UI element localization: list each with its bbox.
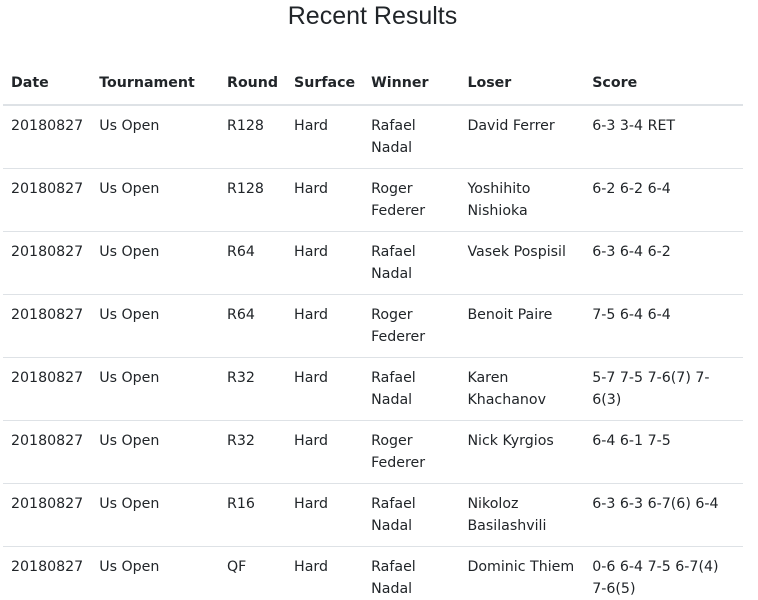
- cell-surface: Hard: [286, 420, 364, 484]
- table-row: 20180827 Us Open R128 Hard Rafael Nadal …: [3, 105, 743, 169]
- cell-tournament: Us Open: [91, 357, 220, 421]
- cell-surface: Hard: [286, 294, 364, 358]
- cell-score: 6-4 6-1 7-5: [584, 420, 743, 484]
- cell-tournament: Us Open: [91, 483, 220, 547]
- cell-loser: Yoshihito Nishioka: [459, 168, 585, 232]
- cell-score: 7-5 6-4 6-4: [584, 294, 743, 358]
- table-row: 20180827 Us Open R16 Hard Rafael Nadal N…: [3, 483, 743, 547]
- cell-date: 20180827: [3, 294, 92, 358]
- cell-surface: Hard: [286, 168, 364, 232]
- header-row: Date Tournament Round Surface Winner Los…: [3, 61, 743, 106]
- header-surface[interactable]: Surface: [286, 61, 364, 106]
- cell-date: 20180827: [3, 231, 92, 295]
- cell-date: 20180827: [3, 546, 92, 600]
- cell-loser: Karen Khachanov: [459, 357, 585, 421]
- cell-tournament: Us Open: [91, 105, 220, 169]
- table-row: 20180827 Us Open R128 Hard Roger Federer…: [3, 168, 743, 232]
- cell-score: 0-6 6-4 7-5 6-7(4) 7-6(5): [584, 546, 743, 600]
- cell-round: QF: [219, 546, 287, 600]
- cell-round: R128: [219, 168, 287, 232]
- cell-tournament: Us Open: [91, 546, 220, 600]
- cell-winner: Roger Federer: [363, 294, 460, 358]
- cell-surface: Hard: [286, 483, 364, 547]
- table-row: 20180827 Us Open QF Hard Rafael Nadal Do…: [3, 546, 743, 600]
- cell-round: R128: [219, 105, 287, 169]
- cell-loser: Nikoloz Basilashvili: [459, 483, 585, 547]
- table-row: 20180827 Us Open R32 Hard Rafael Nadal K…: [3, 357, 743, 421]
- cell-loser: Dominic Thiem: [459, 546, 585, 600]
- cell-tournament: Us Open: [91, 420, 220, 484]
- cell-score: 6-3 6-4 6-2: [584, 231, 743, 295]
- cell-loser: Vasek Pospisil: [459, 231, 585, 295]
- cell-winner: Rafael Nadal: [363, 105, 460, 169]
- cell-loser: Nick Kyrgios: [459, 420, 585, 484]
- cell-winner: Rafael Nadal: [363, 231, 460, 295]
- cell-date: 20180827: [3, 105, 92, 169]
- header-round[interactable]: Round: [219, 61, 287, 106]
- cell-round: R32: [219, 420, 287, 484]
- cell-tournament: Us Open: [91, 168, 220, 232]
- cell-round: R32: [219, 357, 287, 421]
- cell-date: 20180827: [3, 168, 92, 232]
- header-date[interactable]: Date: [3, 61, 92, 106]
- cell-round: R64: [219, 294, 287, 358]
- header-winner[interactable]: Winner: [363, 61, 460, 106]
- cell-winner: Roger Federer: [363, 168, 460, 232]
- cell-surface: Hard: [286, 357, 364, 421]
- cell-date: 20180827: [3, 483, 92, 547]
- results-table: Date Tournament Round Surface Winner Los…: [3, 61, 743, 600]
- cell-tournament: Us Open: [91, 294, 220, 358]
- header-loser[interactable]: Loser: [459, 61, 585, 106]
- cell-score: 6-2 6-2 6-4: [584, 168, 743, 232]
- table-row: 20180827 Us Open R32 Hard Roger Federer …: [3, 420, 743, 484]
- cell-winner: Rafael Nadal: [363, 483, 460, 547]
- cell-winner: Rafael Nadal: [363, 357, 460, 421]
- cell-surface: Hard: [286, 231, 364, 295]
- cell-winner: Roger Federer: [363, 420, 460, 484]
- cell-surface: Hard: [286, 546, 364, 600]
- table-body: 20180827 Us Open R128 Hard Rafael Nadal …: [3, 105, 743, 600]
- header-score[interactable]: Score: [584, 61, 743, 106]
- cell-date: 20180827: [3, 420, 92, 484]
- cell-score: 6-3 6-3 6-7(6) 6-4: [584, 483, 743, 547]
- cell-surface: Hard: [286, 105, 364, 169]
- table-row: 20180827 Us Open R64 Hard Rafael Nadal V…: [3, 231, 743, 295]
- cell-loser: Benoit Paire: [459, 294, 585, 358]
- cell-score: 6-3 3-4 RET: [584, 105, 743, 169]
- cell-date: 20180827: [3, 357, 92, 421]
- table-row: 20180827 Us Open R64 Hard Roger Federer …: [3, 294, 743, 358]
- cell-loser: David Ferrer: [459, 105, 585, 169]
- cell-winner: Rafael Nadal: [363, 546, 460, 600]
- cell-round: R64: [219, 231, 287, 295]
- table-header: Date Tournament Round Surface Winner Los…: [3, 61, 743, 106]
- header-tournament[interactable]: Tournament: [91, 61, 220, 106]
- cell-score: 5-7 7-5 7-6(7) 7-6(3): [584, 357, 743, 421]
- cell-round: R16: [219, 483, 287, 547]
- page-title: Recent Results: [287, 2, 458, 30]
- cell-tournament: Us Open: [91, 231, 220, 295]
